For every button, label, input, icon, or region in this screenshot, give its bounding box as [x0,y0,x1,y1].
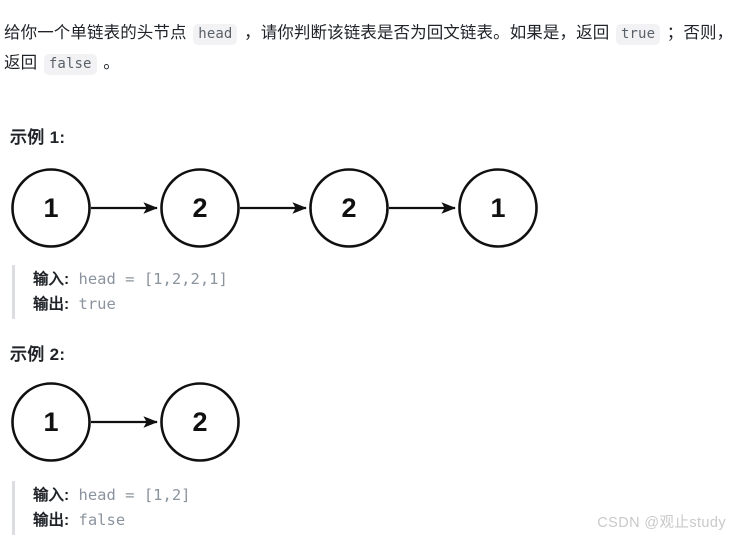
example-2-heading: 示例 2: [10,345,66,364]
intro-text-segment-2: ，请你判断该链表是否为回文链表。如果是，返回 [239,23,614,42]
list-node-value: 1 [43,193,58,223]
list-node: 2 [309,168,389,248]
output-label: 输出: [33,296,70,313]
output-value: false [69,511,126,529]
csdn-watermark: CSDN @观止study [597,515,726,531]
problem-statement: 给你一个单链表的头节点 head ，请你判断该链表是否为回文链表。如果是，返回 … [4,19,740,79]
input-label: 输入: [33,487,70,504]
example-1-output-line: 输出: true [33,292,228,317]
example-1-heading: 示例 1: [10,128,66,147]
inline-code-false: false [43,53,97,75]
intro-text-segment-4: 。 [98,53,120,72]
inline-code-true: true [616,23,661,45]
example-1-input-line: 输入: head = [1,2,2,1] [33,267,228,292]
example-1-linked-list-diagram: 1 2 2 1 [0,158,560,258]
input-value: head = [1,2,2,1] [69,270,228,288]
input-label: 输入: [33,271,70,288]
list-node-value: 2 [192,193,207,223]
list-node: 1 [458,168,538,248]
input-value: head = [1,2] [69,486,191,504]
output-value: true [69,295,116,313]
example-2-io-block: 输入: head = [1,2] 输出: false [12,481,191,535]
intro-text-segment-1: 给你一个单链表的头节点 [4,23,192,42]
document-page: 给你一个单链表的头节点 head ，请你判断该链表是否为回文链表。如果是，返回 … [0,0,740,540]
list-node: 2 [160,168,240,248]
output-label: 输出: [33,512,70,529]
example-2-input-line: 输入: head = [1,2] [33,483,191,508]
list-node-value: 2 [341,193,356,223]
list-node-value: 1 [490,193,505,223]
list-node-value: 1 [43,407,58,437]
example-2-output-line: 输出: false [33,508,191,533]
list-node: 1 [11,168,91,248]
inline-code-head: head [193,23,238,45]
example-2-linked-list-diagram: 1 2 [0,372,300,472]
list-node: 1 [11,382,91,462]
example-1-io-block: 输入: head = [1,2,2,1] 输出: true [12,265,228,319]
list-node-value: 2 [192,407,207,437]
list-node: 2 [160,382,240,462]
